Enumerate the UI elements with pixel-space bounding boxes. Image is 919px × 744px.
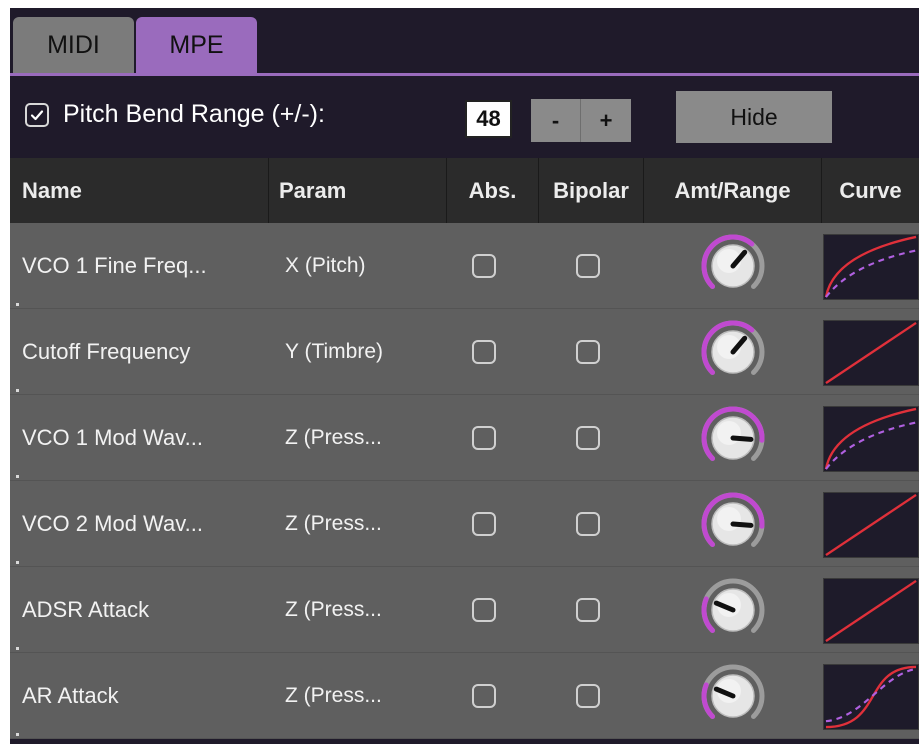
curve-line — [824, 235, 917, 298]
pitch-bend-decrement-button[interactable]: - — [531, 99, 581, 142]
curve-editor[interactable] — [823, 406, 919, 472]
row-name: VCO 2 Mod Wav... — [22, 511, 203, 536]
table-row[interactable]: VCO 2 Mod Wav... Z (Press... — [10, 481, 919, 567]
table-header: Name Param Abs. Bipolar Amt/Range Curve — [10, 158, 919, 223]
pitch-bend-checkbox[interactable] — [25, 103, 49, 127]
row-param[interactable]: Z (Press... — [285, 395, 382, 481]
row-name: Cutoff Frequency — [22, 339, 191, 364]
knob-highlight — [717, 421, 741, 445]
column-header-abs: Abs. — [446, 158, 538, 223]
amount-knob[interactable] — [700, 405, 766, 471]
bipolar-checkbox[interactable] — [576, 340, 600, 364]
knob-value-arc — [701, 596, 715, 634]
abs-checkbox[interactable] — [472, 684, 496, 708]
table-row[interactable]: VCO 1 Fine Freq... X (Pitch) — [10, 223, 919, 309]
mapping-table-body: VCO 1 Fine Freq... X (Pitch) Cutoff Freq… — [10, 223, 919, 739]
column-header-name: Name — [22, 177, 82, 203]
curve-line — [825, 579, 917, 643]
bipolar-checkbox[interactable] — [576, 426, 600, 450]
table-row[interactable]: AR Attack Z (Press... — [10, 653, 919, 739]
curve-dashed-line — [825, 667, 917, 723]
column-header-bipolar: Bipolar — [538, 158, 643, 223]
column-header-amt-range: Amt/Range — [643, 158, 821, 223]
column-header-curve: Curve — [821, 158, 919, 223]
abs-checkbox[interactable] — [472, 512, 496, 536]
row-name: VCO 1 Fine Freq... — [22, 253, 207, 278]
tab-bar: MIDI MPE — [10, 8, 919, 73]
table-row[interactable]: ADSR Attack Z (Press... — [10, 567, 919, 653]
curve-dashed-line — [825, 421, 917, 470]
curve-editor[interactable] — [823, 578, 919, 644]
abs-checkbox[interactable] — [472, 254, 496, 278]
table-row[interactable]: VCO 1 Mod Wav... Z (Press... — [10, 395, 919, 481]
knob-highlight — [717, 507, 741, 531]
bipolar-checkbox[interactable] — [576, 512, 600, 536]
curve-line — [825, 321, 917, 385]
tab-midi[interactable]: MIDI — [13, 17, 134, 73]
curve-dashed-line — [825, 249, 917, 298]
hide-button[interactable]: Hide — [676, 91, 832, 143]
amount-knob[interactable] — [700, 577, 766, 643]
row-param[interactable]: Z (Press... — [285, 567, 382, 653]
knob-pointer — [730, 521, 754, 528]
amount-knob[interactable] — [700, 319, 766, 385]
pitch-bend-bar: Pitch Bend Range (+/-): 48 - + Hide — [10, 76, 919, 158]
row-name: AR Attack — [22, 683, 119, 708]
amount-knob[interactable] — [700, 233, 766, 299]
pitch-bend-label: Pitch Bend Range (+/-): — [63, 100, 325, 128]
pitch-bend-value-field[interactable]: 48 — [465, 100, 512, 138]
bipolar-checkbox[interactable] — [576, 684, 600, 708]
curve-editor[interactable] — [823, 664, 919, 730]
pitch-bend-increment-button[interactable]: + — [581, 99, 631, 142]
checkmark-icon — [30, 110, 44, 121]
knob-value-arc — [701, 682, 715, 720]
abs-checkbox[interactable] — [472, 426, 496, 450]
curve-editor[interactable] — [823, 234, 919, 300]
curve-line — [825, 493, 917, 557]
knob-pointer — [730, 435, 754, 442]
curve-line — [824, 407, 917, 470]
bipolar-checkbox[interactable] — [576, 598, 600, 622]
row-param[interactable]: X (Pitch) — [285, 223, 366, 309]
row-name: ADSR Attack — [22, 597, 150, 622]
row-param[interactable]: Y (Timbre) — [285, 309, 383, 395]
row-param[interactable]: Z (Press... — [285, 481, 382, 567]
amount-knob[interactable] — [700, 663, 766, 729]
abs-checkbox[interactable] — [472, 598, 496, 622]
mpe-panel: MIDI MPE Pitch Bend Range (+/-): 48 - + … — [10, 8, 919, 744]
tab-mpe[interactable]: MPE — [136, 17, 257, 73]
table-row[interactable]: Cutoff Frequency Y (Timbre) — [10, 309, 919, 395]
bipolar-checkbox[interactable] — [576, 254, 600, 278]
column-header-param: Param — [268, 158, 446, 223]
curve-editor[interactable] — [823, 492, 919, 558]
row-param[interactable]: Z (Press... — [285, 653, 382, 739]
curve-editor[interactable] — [823, 320, 919, 386]
abs-checkbox[interactable] — [472, 340, 496, 364]
row-name: VCO 1 Mod Wav... — [22, 425, 203, 450]
amount-knob[interactable] — [700, 491, 766, 557]
